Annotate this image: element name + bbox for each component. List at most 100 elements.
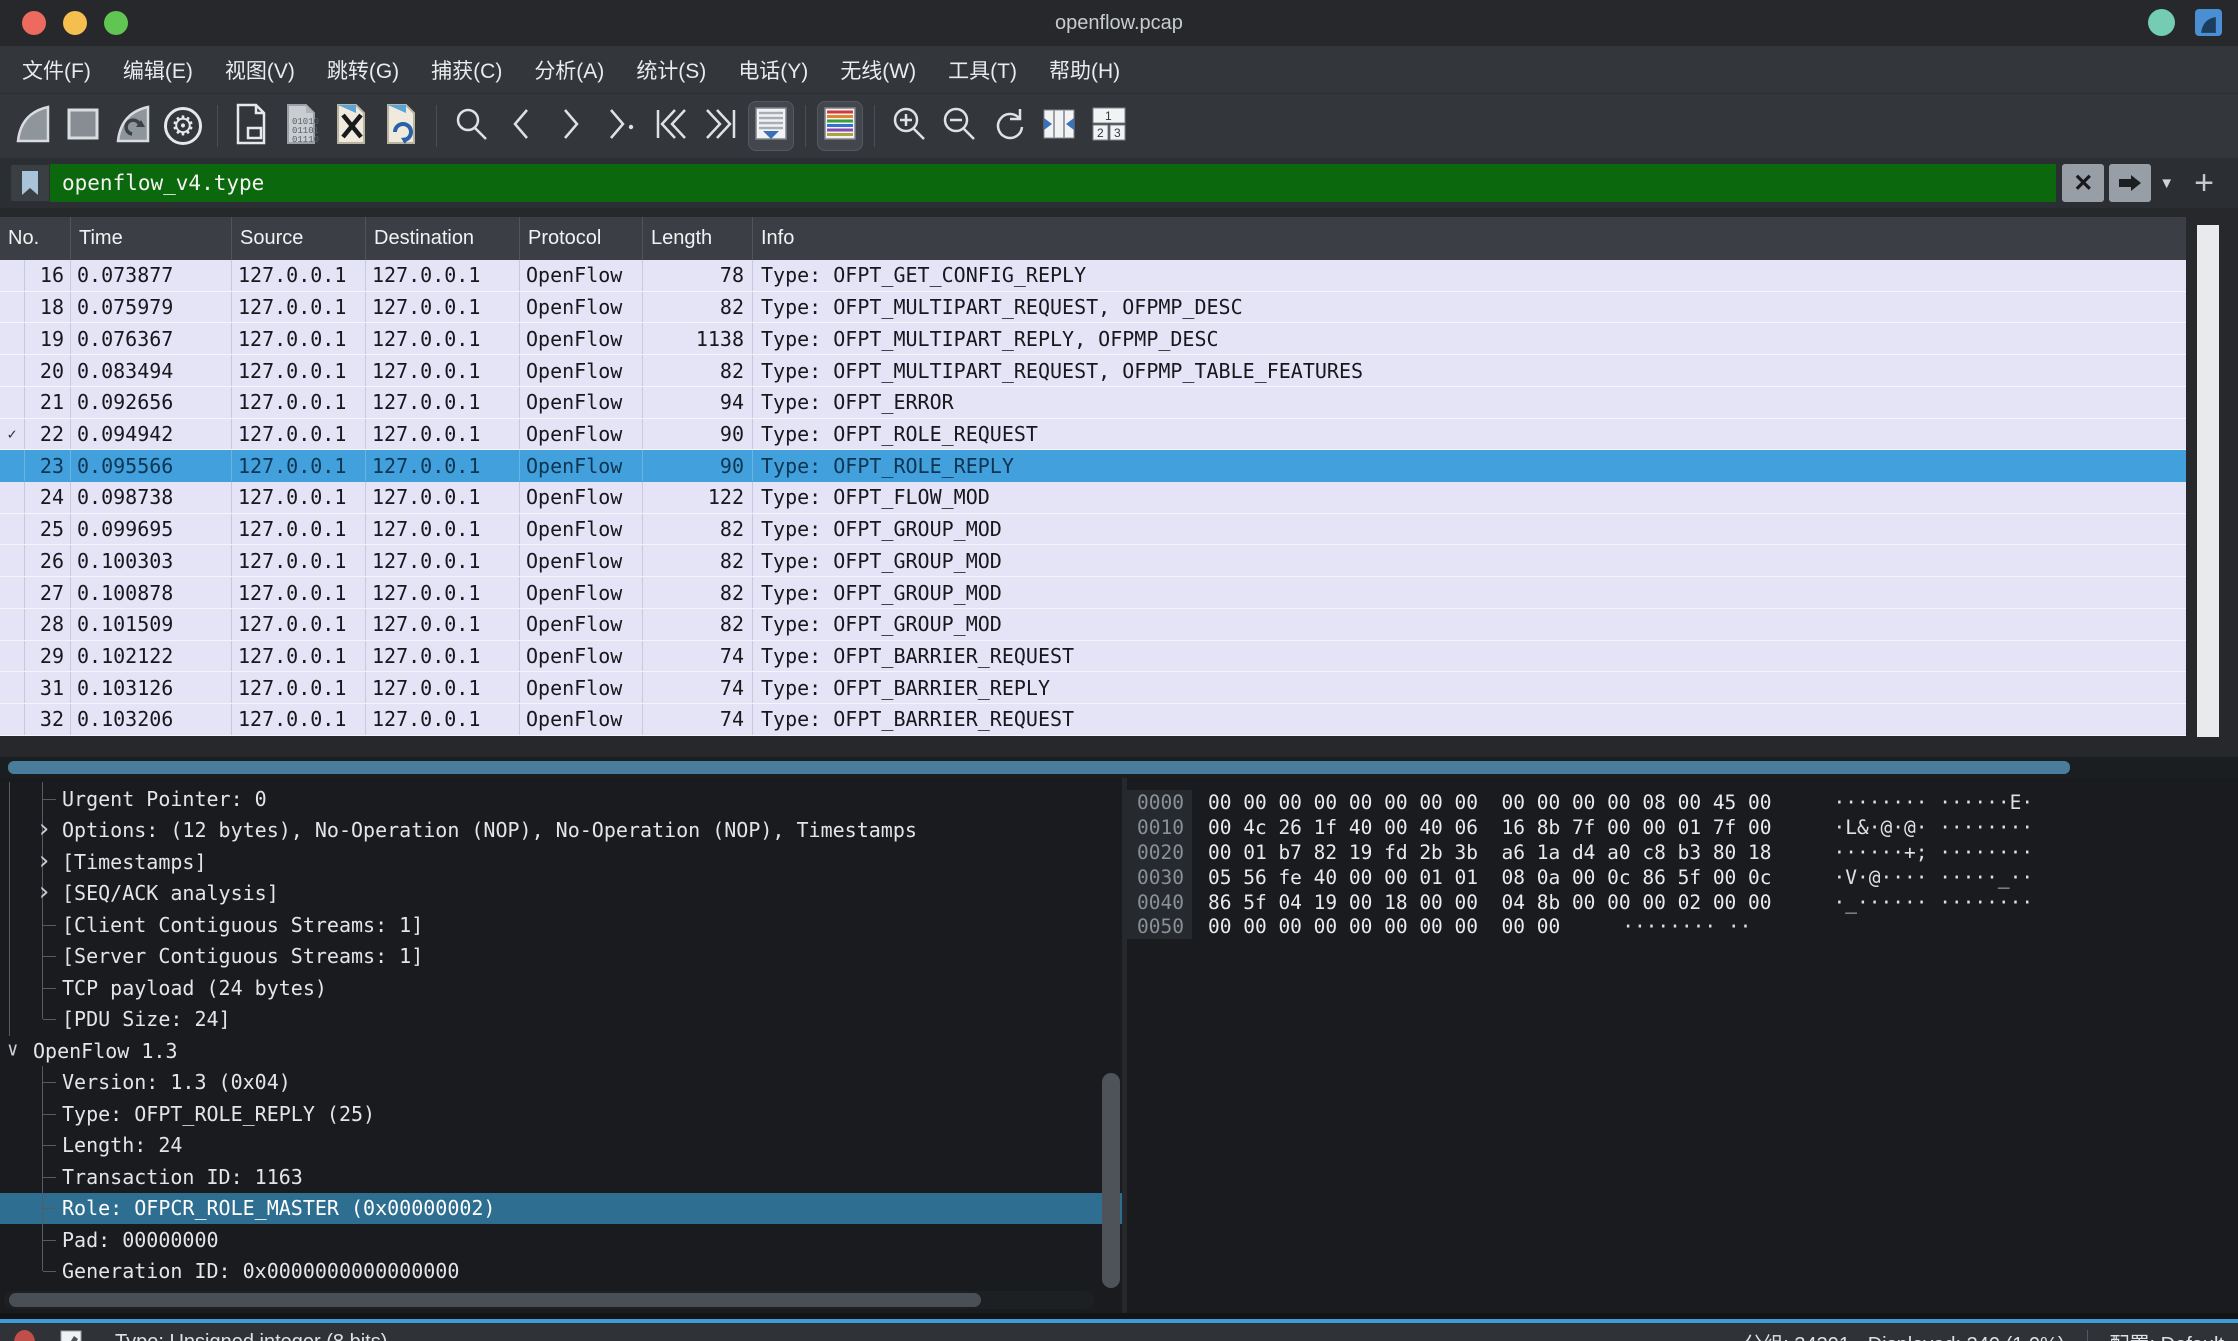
filter-clear-button[interactable]: ✕ — [2062, 164, 2104, 202]
detail-row[interactable]: Generation ID: 0x0000000000000000 — [0, 1256, 1122, 1288]
hex-bytes[interactable]: 00 01 b7 82 19 fd 2b 3b a6 1a d4 a0 c8 b… — [1208, 841, 1772, 864]
maximize-window-button[interactable] — [104, 11, 128, 35]
hscrollbar-thumb[interactable] — [8, 761, 2070, 774]
colorize-button[interactable] — [817, 101, 863, 151]
next-packet-button[interactable] — [548, 101, 594, 151]
hex-row[interactable]: 005000 00 00 00 00 00 00 00 00 00·······… — [1127, 914, 2238, 939]
profile-label[interactable]: 配置: Default — [2110, 1328, 2224, 1341]
zoom-reset-button[interactable] — [986, 101, 1032, 151]
packet-list-vscrollbar[interactable] — [2186, 217, 2238, 757]
zoom-in-button[interactable] — [886, 101, 932, 151]
packet-row[interactable]: 280.101509127.0.0.1127.0.0.1OpenFlow82Ty… — [0, 609, 2186, 641]
column-header-destination[interactable]: Destination — [366, 217, 520, 260]
zoom-out-button[interactable] — [936, 101, 982, 151]
detail-row[interactable]: Pad: 00000000 — [0, 1224, 1122, 1256]
capture-options-button[interactable]: ⚙ — [160, 101, 206, 151]
restart-capture-button[interactable] — [110, 101, 156, 151]
menu-tools[interactable]: 工具(T) — [932, 55, 1033, 85]
packet-row[interactable]: 190.076367127.0.0.1127.0.0.1OpenFlow1138… — [0, 323, 2186, 355]
filter-bookmark-button[interactable] — [10, 164, 50, 202]
find-packet-button[interactable] — [448, 101, 494, 151]
previous-packet-button[interactable] — [498, 101, 544, 151]
packet-list-hscrollbar[interactable] — [0, 757, 2238, 778]
reload-file-button[interactable] — [379, 101, 425, 151]
packet-row[interactable]: 250.099695127.0.0.1127.0.0.1OpenFlow82Ty… — [0, 514, 2186, 546]
menu-view[interactable]: 视图(V) — [209, 55, 311, 85]
packet-row[interactable]: 180.075979127.0.0.1127.0.0.1OpenFlow82Ty… — [0, 292, 2186, 324]
menu-capture[interactable]: 捕获(C) — [415, 55, 518, 85]
filter-add-button[interactable]: + — [2194, 164, 2214, 203]
last-packet-button[interactable] — [698, 101, 744, 151]
packet-row[interactable]: 290.102122127.0.0.1127.0.0.1OpenFlow74Ty… — [0, 641, 2186, 673]
packet-row[interactable]: 240.098738127.0.0.1127.0.0.1OpenFlow122T… — [0, 482, 2186, 514]
details-hscrollbar-thumb[interactable] — [9, 1293, 981, 1307]
packet-row[interactable]: 260.100303127.0.0.1127.0.0.1OpenFlow82Ty… — [0, 545, 2186, 577]
detail-row[interactable]: Role: OFPCR_ROLE_MASTER (0x00000002) — [0, 1193, 1122, 1225]
packet-row[interactable]: 160.073877127.0.0.1127.0.0.1OpenFlow78Ty… — [0, 260, 2186, 292]
capture-comment-icon[interactable] — [59, 1329, 83, 1341]
collapse-arrow-icon[interactable]: ∨ — [7, 1040, 18, 1059]
column-header-source[interactable]: Source — [232, 217, 366, 260]
hex-ascii[interactable]: ·V·@···· ·····_·· — [1834, 866, 2034, 889]
expand-arrow-icon[interactable]: › — [36, 879, 52, 905]
menu-help[interactable]: 帮助(H) — [1033, 55, 1136, 85]
close-file-button[interactable] — [329, 101, 375, 151]
menu-edit[interactable]: 编辑(E) — [107, 55, 209, 85]
detail-row[interactable]: TCP payload (24 bytes) — [0, 972, 1122, 1004]
vscrollbar-thumb[interactable] — [2197, 225, 2219, 737]
details-hscrollbar[interactable] — [4, 1291, 1094, 1309]
menu-file[interactable]: 文件(F) — [6, 55, 107, 85]
open-file-button[interactable] — [229, 101, 275, 151]
hex-ascii[interactable]: ········ ······E· — [1834, 791, 2034, 814]
hex-row[interactable]: 000000 00 00 00 00 00 00 00 00 00 00 00 … — [1127, 790, 2238, 815]
filter-apply-button[interactable] — [2109, 164, 2151, 202]
detail-row[interactable]: Urgent Pointer: 0 — [0, 783, 1122, 815]
hex-ascii[interactable]: ·L&·@·@· ········ — [1834, 816, 2034, 839]
stop-capture-button[interactable] — [60, 101, 106, 151]
hex-bytes[interactable]: 86 5f 04 19 00 18 00 00 04 8b 00 00 00 0… — [1208, 891, 1772, 914]
detail-row[interactable]: [Server Contiguous Streams: 1] — [0, 941, 1122, 973]
column-header-time[interactable]: Time — [71, 217, 232, 260]
packet-row[interactable]: 310.103126127.0.0.1127.0.0.1OpenFlow74Ty… — [0, 672, 2186, 704]
column-header-protocol[interactable]: Protocol — [520, 217, 643, 260]
minimize-window-button[interactable] — [63, 11, 87, 35]
detail-row[interactable]: [Client Contiguous Streams: 1] — [0, 909, 1122, 941]
goto-packet-button[interactable] — [598, 101, 644, 151]
auto-scroll-button[interactable] — [748, 101, 794, 151]
packet-row[interactable]: 320.103206127.0.0.1127.0.0.1OpenFlow74Ty… — [0, 704, 2186, 736]
close-window-button[interactable] — [22, 11, 46, 35]
detail-row[interactable]: Version: 1.3 (0x04) — [0, 1067, 1122, 1099]
hex-row[interactable]: 004086 5f 04 19 00 18 00 00 04 8b 00 00 … — [1127, 890, 2238, 915]
filter-dropdown-caret[interactable]: ▼ — [2159, 175, 2174, 192]
menu-statistics[interactable]: 统计(S) — [620, 55, 722, 85]
expand-arrow-icon[interactable]: › — [36, 816, 52, 842]
detail-row[interactable]: Length: 24 — [0, 1130, 1122, 1162]
expand-arrow-icon[interactable]: › — [36, 848, 52, 874]
status-circle-icon[interactable] — [2148, 9, 2175, 36]
packet-row[interactable]: 200.083494127.0.0.1127.0.0.1OpenFlow82Ty… — [0, 355, 2186, 387]
hex-bytes[interactable]: 00 4c 26 1f 40 00 40 06 16 8b 7f 00 00 0… — [1208, 816, 1772, 839]
detail-row[interactable]: ›[Timestamps] — [0, 846, 1122, 878]
details-vscrollbar-thumb[interactable] — [1102, 1073, 1120, 1288]
hex-row[interactable]: 001000 4c 26 1f 40 00 40 06 16 8b 7f 00 … — [1127, 815, 2238, 840]
detail-row[interactable]: ∨OpenFlow 1.3 — [0, 1035, 1122, 1067]
column-header-no[interactable]: No. — [0, 217, 71, 260]
hex-row[interactable]: 002000 01 b7 82 19 fd 2b 3b a6 1a d4 a0 … — [1127, 840, 2238, 865]
hex-bytes[interactable]: 00 00 00 00 00 00 00 00 00 00 — [1208, 915, 1560, 938]
column-header-info[interactable]: Info — [753, 217, 2186, 260]
hex-ascii[interactable]: ······+; ········ — [1834, 841, 2034, 864]
detail-row[interactable]: ›[SEQ/ACK analysis] — [0, 878, 1122, 910]
menu-analyze[interactable]: 分析(A) — [518, 55, 620, 85]
first-packet-button[interactable] — [648, 101, 694, 151]
wireshark-tray-icon[interactable] — [2195, 9, 2222, 36]
hex-bytes[interactable]: 00 00 00 00 00 00 00 00 00 00 00 00 08 0… — [1208, 791, 1772, 814]
hex-ascii[interactable]: ·_······ ········ — [1834, 891, 2034, 914]
menu-telephony[interactable]: 电话(Y) — [722, 55, 824, 85]
menu-wireless[interactable]: 无线(W) — [824, 55, 932, 85]
save-file-button[interactable]: 010100110101110 — [279, 101, 325, 151]
start-capture-button[interactable] — [10, 101, 56, 151]
number-columns-button[interactable]: 123 — [1086, 101, 1132, 151]
detail-row[interactable]: Type: OFPT_ROLE_REPLY (25) — [0, 1098, 1122, 1130]
hex-row[interactable]: 003005 56 fe 40 00 00 01 01 08 0a 00 0c … — [1127, 865, 2238, 890]
hex-ascii[interactable]: ········ ·· — [1622, 915, 1751, 938]
